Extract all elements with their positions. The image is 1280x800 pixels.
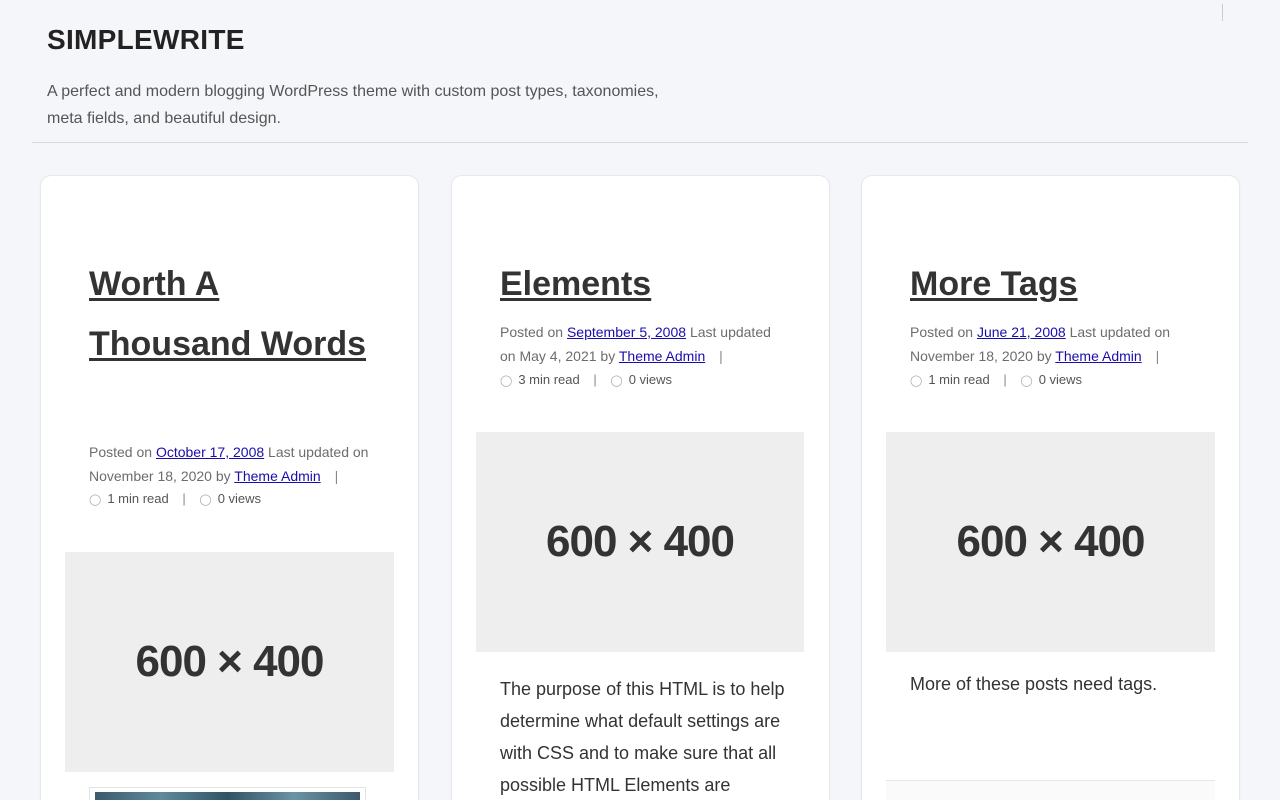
site-header: SIMPLEWRITE A perfect and modern bloggin… [0,0,1280,143]
meta-separator: | [719,348,723,364]
updated-date: November 18, 2020 [910,348,1033,364]
meta-separator: | [1155,348,1160,364]
posted-prefix: Posted on [910,324,974,340]
post-title-link[interactable]: Elements [500,265,651,303]
updated-date: November 18, 2020 [89,468,212,484]
post-title: Worth A Thousand Words [89,254,389,374]
site-title[interactable]: SIMPLEWRITE [47,24,245,56]
post-meta: Posted on June 21, 2008 Last updated on … [910,320,1200,368]
read-time: 1 min read [107,491,169,506]
post-stats: ◯ 1 min read | ◯ 0 views [910,368,1210,393]
post-excerpt: The purpose of this HTML is to help dete… [500,679,785,795]
post-excerpt: More of these posts need tags. [910,674,1158,694]
updated-date: May 4, 2021 [519,348,597,364]
post-card: More Tags Posted on June 21, 2008 Last u… [862,176,1239,800]
post-title-link[interactable]: More Tags [910,265,1078,303]
stats-separator: | [1003,372,1007,387]
content-image [89,787,366,800]
updated-prefix: Last updated on [1069,324,1171,340]
by-label: by [215,468,231,484]
site-description: A perfect and modern blogging WordPress … [47,83,659,127]
updated-prefix: Last updated on [268,444,369,460]
post-card: Elements Posted on September 5, 2008 Las… [452,176,829,800]
meta-separator: | [334,468,339,484]
post-stats: ◯ 1 min read | ◯ 0 views [89,487,389,512]
by-label: by [1036,348,1052,364]
clock-icon: ◯ [910,375,923,387]
stats-separator: | [593,372,597,387]
eye-icon: ◯ [610,375,623,387]
eye-icon: ◯ [1020,375,1033,387]
by-label: by [600,348,616,364]
thumbnail-placeholder-text: 600 × 400 [135,637,325,686]
posted-prefix: Posted on [500,324,564,340]
clock-icon: ◯ [89,494,102,506]
post-card: Worth A Thousand Words Posted on October… [41,176,418,800]
header-divider-tick [1222,4,1223,21]
author-link[interactable]: Theme Admin [1055,348,1141,364]
post-thumbnail[interactable]: 600 × 400 [886,432,1215,652]
author-link[interactable]: Theme Admin [619,348,705,364]
posted-date-link[interactable]: October 17, 2008 [156,444,264,460]
clock-icon: ◯ [500,375,513,387]
posted-date-link[interactable]: June 21, 2008 [977,324,1066,340]
post-thumbnail[interactable]: 600 × 400 [65,552,394,772]
posted-prefix: Posted on [89,444,153,460]
author-link[interactable]: Theme Admin [234,468,320,484]
thumbnail-placeholder-text: 600 × 400 [956,517,1146,566]
post-meta: Posted on September 5, 2008 Last updated… [500,320,790,368]
posted-date-link[interactable]: September 5, 2008 [567,324,686,340]
eye-icon: ◯ [199,494,212,506]
view-count: 0 views [628,372,673,387]
view-count: 0 views [217,491,262,506]
post-title: More Tags [910,254,1210,314]
thumbnail-placeholder-text: 600 × 400 [546,517,735,566]
read-time: 3 min read [518,372,580,387]
header-rule [32,142,1248,143]
post-thumbnail[interactable]: 600 × 400 [476,432,804,652]
read-time: 1 min read [928,372,990,387]
post-stats: ◯ 3 min read | ◯ 0 views [500,368,800,393]
view-count: 0 views [1038,372,1083,387]
post-title-link[interactable]: Worth A Thousand Words [89,265,366,363]
content-image-preview [95,792,360,800]
stats-separator: | [182,491,186,506]
post-title: Elements [500,254,790,314]
post-meta: Posted on October 17, 2008 Last updated … [89,440,389,488]
card-footer-divider [886,780,1215,800]
